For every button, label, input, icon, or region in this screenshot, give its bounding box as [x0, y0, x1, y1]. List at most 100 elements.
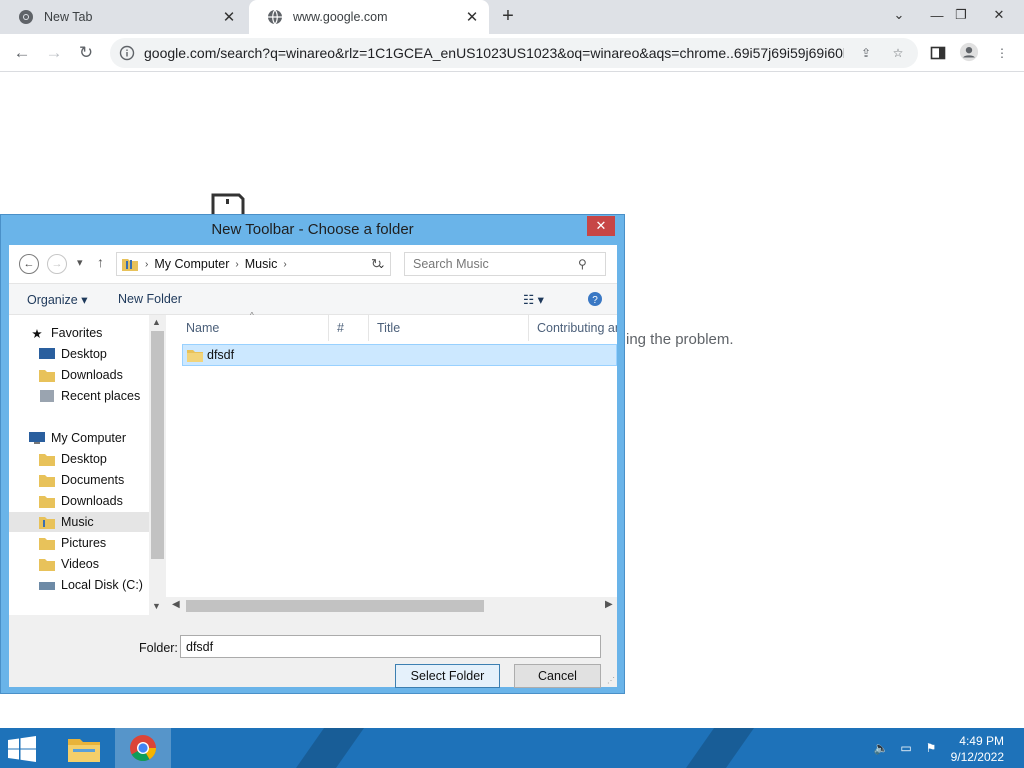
nav-item-recent-places[interactable]: Recent places: [39, 386, 140, 406]
column-header-title[interactable]: Title: [369, 315, 529, 341]
file-explorer-taskbar-icon[interactable]: [56, 728, 112, 768]
forward-arrow-icon[interactable]: →: [47, 254, 67, 274]
file-name: dfsdf: [207, 348, 235, 362]
menu-kebab-icon[interactable]: ⋮: [992, 43, 1012, 63]
breadcrumb-item[interactable]: Music: [245, 257, 278, 271]
column-header-contributing-artists[interactable]: Contributing art: [529, 315, 617, 341]
folder-label: Folder:: [139, 641, 178, 655]
address-bar[interactable]: google.com/search?q=winareo&rlz=1C1GCEA_…: [110, 38, 918, 68]
nav-item-desktop[interactable]: Desktop: [39, 449, 107, 469]
horizontal-scrollbar[interactable]: ◀ ▶: [166, 597, 617, 615]
system-clock[interactable]: 4:49 PM 9/12/2022: [951, 733, 1004, 765]
clock-time: 4:49 PM: [959, 734, 1004, 748]
side-panel-icon[interactable]: [928, 43, 948, 63]
reload-button[interactable]: ↻: [73, 40, 99, 66]
back-arrow-icon[interactable]: ←: [19, 254, 39, 274]
recent-places-icon: [39, 388, 55, 404]
search-box[interactable]: ⚲: [404, 252, 606, 276]
up-arrow-icon[interactable]: ↑: [97, 254, 104, 270]
nav-label: Pictures: [61, 536, 107, 550]
new-tab-button[interactable]: +: [496, 6, 520, 28]
nav-item-desktop[interactable]: Desktop: [39, 344, 107, 364]
close-tab-icon[interactable]: ✕: [218, 6, 240, 28]
organize-button[interactable]: Organize ▾: [27, 292, 87, 307]
dialog-close-button[interactable]: ✕: [587, 216, 615, 236]
close-tab-icon[interactable]: ✕: [461, 6, 483, 28]
nav-vertical-scrollbar[interactable]: ▲ ▼: [149, 315, 166, 615]
nav-favorites[interactable]: ★ Favorites: [29, 323, 102, 343]
column-header-number[interactable]: #: [329, 315, 369, 341]
bookmark-star-icon[interactable]: ☆: [888, 43, 908, 63]
desktop-icon: [39, 346, 55, 362]
search-input[interactable]: [413, 257, 578, 271]
nav-item-music[interactable]: Music: [9, 512, 149, 532]
nav-item-documents[interactable]: Documents: [39, 470, 124, 490]
view-options-icon[interactable]: ☷ ▾: [523, 292, 544, 307]
recent-locations-chevron-icon[interactable]: ▾: [77, 256, 83, 269]
chrome-taskbar-icon[interactable]: [115, 728, 171, 768]
music-folder-icon: [39, 514, 55, 530]
tab-new-tab[interactable]: New Tab ✕: [0, 0, 246, 34]
resize-grip-icon[interactable]: ⋰: [607, 676, 615, 685]
column-label: #: [337, 321, 344, 335]
folder-icon: [39, 535, 55, 551]
breadcrumb-item[interactable]: My Computer: [154, 257, 229, 271]
nav-item-downloads[interactable]: Downloads: [39, 365, 123, 385]
url-text: google.com/search?q=winareo&rlz=1C1GCEA_…: [144, 45, 844, 61]
nav-my-computer[interactable]: My Computer: [29, 428, 126, 448]
scroll-down-icon[interactable]: ▼: [152, 601, 161, 611]
scrollbar-thumb[interactable]: [151, 331, 164, 559]
nav-item-local-disk[interactable]: Local Disk (C:): [39, 575, 143, 595]
tab-google[interactable]: www.google.com ✕: [249, 0, 489, 34]
cancel-button[interactable]: Cancel: [514, 664, 601, 688]
windows-start-icon[interactable]: [8, 736, 38, 762]
breadcrumb-separator-icon: ›: [283, 258, 287, 270]
nav-label: Recent places: [61, 389, 141, 403]
nav-item-pictures[interactable]: Pictures: [39, 533, 106, 553]
nav-label: Desktop: [61, 347, 107, 361]
drive-icon: [39, 577, 55, 593]
volume-muted-icon[interactable]: 🔈: [872, 740, 890, 756]
column-label: Name: [186, 321, 220, 335]
folder-icon: [39, 472, 55, 488]
profile-avatar-icon[interactable]: [959, 42, 979, 62]
action-center-icon[interactable]: ⚑: [922, 740, 940, 756]
close-window-button[interactable]: ✕: [982, 0, 1016, 30]
sort-indicator-icon: ^: [250, 311, 254, 320]
clock-date: 9/12/2022: [950, 750, 1004, 764]
nav-item-downloads[interactable]: Downloads: [39, 491, 123, 511]
forward-button[interactable]: →: [41, 40, 67, 66]
back-button[interactable]: ←: [9, 40, 35, 66]
refresh-icon[interactable]: ↻: [371, 256, 382, 272]
help-icon[interactable]: ?: [587, 291, 603, 310]
tab-search-icon[interactable]: ⌄: [882, 0, 916, 30]
nav-label: Videos: [61, 557, 99, 571]
scroll-left-icon[interactable]: ◀: [172, 599, 180, 610]
navigation-pane: ★ Favorites Desktop Downloads Recent pla…: [9, 315, 166, 615]
scroll-right-icon[interactable]: ▶: [605, 599, 613, 610]
nav-item-videos[interactable]: Videos: [39, 554, 99, 574]
info-icon[interactable]: [118, 44, 136, 62]
svg-text:?: ?: [592, 295, 598, 306]
restore-button[interactable]: ❐: [944, 0, 978, 30]
search-icon[interactable]: ⚲: [578, 257, 587, 271]
dialog-title: New Toolbar - Choose a folder: [211, 221, 414, 238]
network-icon[interactable]: ▭: [897, 740, 915, 756]
breadcrumb[interactable]: › My Computer › Music › ⌄: [116, 252, 391, 276]
tab-title: www.google.com: [293, 10, 388, 24]
folder-name-field[interactable]: [180, 635, 601, 658]
nav-label: Local Disk (C:): [61, 578, 143, 592]
chrome-icon: [18, 9, 34, 25]
file-list-pane: Name ^ # Title Contributing art dfsdf ◀ …: [166, 311, 617, 615]
select-folder-button[interactable]: Select Folder: [395, 664, 500, 688]
new-folder-button[interactable]: New Folder: [118, 292, 182, 306]
scrollbar-thumb[interactable]: [186, 600, 484, 612]
list-item[interactable]: dfsdf: [182, 344, 617, 366]
taskbar-decoration: [295, 728, 365, 768]
folder-icon: [187, 348, 203, 362]
downloads-folder-icon: [39, 367, 55, 383]
scroll-up-icon[interactable]: ▲: [152, 317, 161, 327]
nav-label: My Computer: [51, 431, 127, 445]
share-icon[interactable]: ⇪: [856, 43, 876, 63]
nav-label: Music: [61, 515, 94, 529]
